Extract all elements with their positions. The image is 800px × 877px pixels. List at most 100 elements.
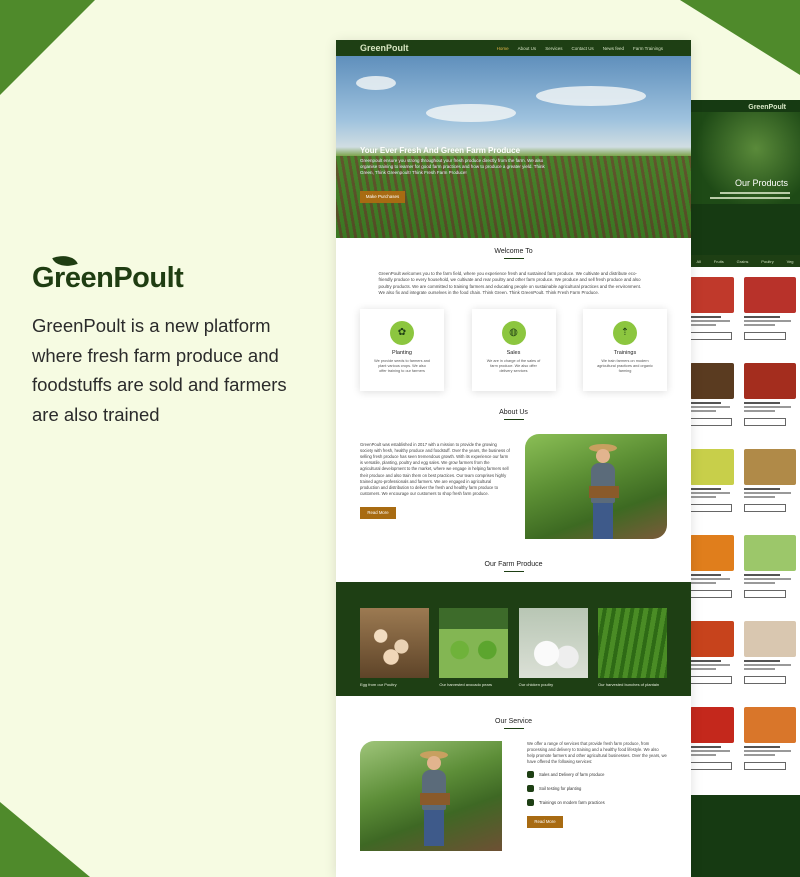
product-desc-line [744, 754, 776, 756]
product-desc-line [690, 492, 730, 494]
welcome-title: Welcome To [494, 248, 533, 255]
service-item-label: Soil testing for planting [539, 785, 582, 791]
card-sales[interactable]: ◍ Sales We are in charge of the sales of… [471, 308, 556, 391]
produce-title: Our Farm Produce [484, 560, 543, 568]
nav-link-services[interactable]: Services [545, 46, 562, 51]
product-title-line [744, 316, 781, 318]
nav-link-home[interactable]: Home [497, 46, 509, 51]
service-item-label: Sales and Delivery of farm produce [539, 771, 605, 777]
product-card[interactable] [744, 535, 796, 613]
training-icon [527, 799, 534, 807]
product-image [744, 535, 796, 571]
nav-link-contact-us[interactable]: Contact Us [571, 46, 593, 51]
product-title-line [744, 574, 781, 576]
brand-block: GreenPoult GreenPoult is a new platform … [32, 250, 312, 429]
produce-item-plantain[interactable]: Our harvested bunches of plantain [597, 607, 667, 696]
make-purchases-button[interactable]: Make Purchases [360, 191, 405, 203]
product-desc-line [690, 324, 717, 326]
product-card[interactable] [690, 535, 734, 613]
service-text: We offer a range of services that provid… [527, 740, 667, 765]
product-image [744, 277, 796, 313]
product-desc-line [744, 578, 791, 580]
legs [593, 502, 613, 539]
card-title: Planting [392, 349, 412, 356]
service-item-label: Trainings on modern farm practices [539, 799, 605, 805]
soil-icon [527, 785, 534, 793]
product-card[interactable] [744, 277, 796, 355]
nav-link-farm-trainings[interactable]: Farm Trainings [633, 46, 663, 51]
plantain-image [597, 607, 667, 678]
product-title-line [690, 402, 721, 404]
product-card[interactable] [690, 363, 734, 441]
card-text: We provide seeds to farmers and plant va… [374, 358, 430, 373]
title-underline [503, 418, 524, 420]
training-icon: ⇡ [613, 320, 637, 345]
leaf-icon: ✿ [390, 320, 414, 345]
product-card[interactable] [690, 449, 734, 527]
farmer-figure [585, 443, 621, 539]
product-card[interactable] [744, 449, 796, 527]
service-item: Sales and Delivery of farm produce [527, 771, 667, 779]
product-button[interactable] [744, 590, 786, 598]
products-nav-item[interactable]: Grains [737, 259, 749, 264]
product-card[interactable] [744, 363, 796, 441]
produce-item-avocado[interactable]: Our harvested avocado pears [439, 607, 509, 696]
product-desc-line [690, 664, 730, 666]
product-button[interactable] [690, 762, 732, 770]
product-image [744, 707, 796, 743]
card-trainings[interactable]: ⇡ Trainings We train farmers on modern a… [583, 308, 667, 391]
product-button[interactable] [690, 332, 732, 340]
farmer-figure [416, 750, 452, 846]
about-text: GreenPoult was established in 2017 with … [360, 441, 510, 497]
product-card[interactable] [744, 707, 796, 785]
title-underline [503, 727, 524, 729]
product-card[interactable] [744, 621, 796, 699]
products-grid [690, 267, 800, 785]
nav-link-about-us[interactable]: About Us [518, 46, 537, 51]
card-text: We are in charge of the sales of farm pr… [486, 358, 541, 373]
products-page-title: Our Products [734, 178, 788, 188]
card-text: We train farmers on modern agricultural … [597, 358, 653, 373]
product-button[interactable] [744, 332, 786, 340]
product-desc-line [744, 668, 776, 670]
product-image [690, 277, 734, 313]
cloud [426, 104, 516, 122]
product-button[interactable] [744, 504, 786, 512]
card-title: Trainings [613, 349, 637, 356]
about-section: GreenPoult was established in 2017 with … [336, 433, 691, 539]
service-section: We offer a range of services that provid… [336, 740, 691, 851]
products-nav-item[interactable]: Veg [787, 259, 794, 264]
product-button[interactable] [690, 676, 732, 684]
product-card[interactable] [690, 277, 734, 355]
product-desc-line [744, 406, 791, 408]
product-button[interactable] [744, 676, 786, 684]
farmer-image [525, 433, 667, 539]
product-button[interactable] [744, 762, 786, 770]
produce-item-eggs[interactable]: Egg from our Poultry [360, 607, 429, 696]
feature-cards: ✿ Planting We provide seeds to farmers a… [336, 308, 691, 391]
product-image [690, 621, 734, 657]
products-nav-item[interactable]: Fruits [714, 259, 724, 264]
products-nav-item[interactable]: Poultry [761, 259, 773, 264]
product-card[interactable] [690, 707, 734, 785]
product-button[interactable] [690, 590, 732, 598]
product-button[interactable] [744, 418, 786, 426]
product-card[interactable] [690, 621, 734, 699]
produce-caption: Our harvested bunches of plantain [597, 681, 660, 687]
nav-logo[interactable]: GreenPoult [360, 43, 409, 53]
product-button[interactable] [690, 418, 732, 426]
product-title-line [744, 660, 781, 662]
head [427, 755, 441, 770]
nav-link-news-feed[interactable]: News feed [603, 46, 624, 51]
product-desc-line [744, 582, 776, 584]
service-item: Soil testing for planting [527, 785, 667, 793]
text-line [720, 192, 790, 194]
products-nav-item[interactable]: All [696, 259, 700, 264]
card-planting[interactable]: ✿ Planting We provide seeds to farmers a… [360, 308, 444, 391]
main-page-preview: GreenPoult Home About Us Services Contact U… [336, 40, 691, 877]
products-page-preview: GreenPoult Our Products [690, 100, 800, 255]
produce-item-poultry[interactable]: Our chicken poultry [518, 607, 588, 696]
read-more-button[interactable]: Read More [360, 507, 396, 520]
product-button[interactable] [690, 504, 732, 512]
read-more-button[interactable]: Read More [527, 816, 563, 829]
